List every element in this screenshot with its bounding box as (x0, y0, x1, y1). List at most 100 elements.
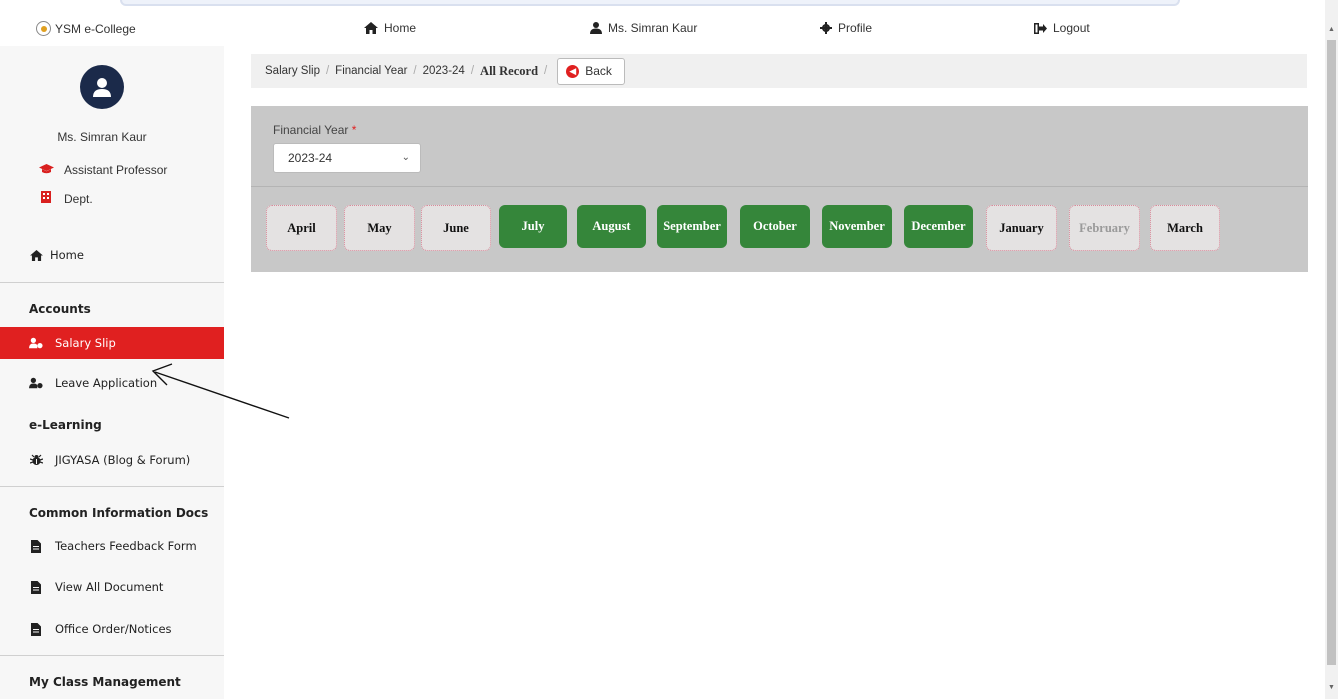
dept-line: Dept. (38, 191, 93, 206)
month-label: August (592, 219, 631, 233)
breadcrumb-separator: / (325, 65, 330, 77)
sidebar-item-label: Salary Slip (55, 336, 116, 350)
section-class-management: My Class Management (29, 675, 181, 689)
sidebar-divider (0, 655, 224, 656)
user-money-icon (29, 337, 43, 349)
month-button-may[interactable]: May (344, 205, 415, 251)
sidebar-divider (0, 282, 224, 283)
month-label: April (287, 220, 316, 235)
file-icon (29, 539, 43, 553)
nav-profile-label: Profile (838, 21, 873, 35)
month-label: January (999, 220, 1044, 235)
sidebar: Ms. Simran Kaur Assistant Professor Dept… (0, 46, 224, 699)
month-label: December (911, 219, 966, 233)
sidebar-item-label: Teachers Feedback Form (55, 539, 197, 553)
sidebar-item-label: Home (50, 248, 84, 262)
scroll-up-arrow-icon[interactable]: ▲ (1327, 26, 1336, 36)
user-name: Ms. Simran Kaur (57, 130, 147, 144)
breadcrumb-financial-year[interactable]: Financial Year (335, 65, 407, 77)
sidebar-item-office-order[interactable]: Office Order/Notices (0, 613, 224, 645)
breadcrumb-separator: / (470, 65, 475, 77)
sidebar-item-label: Leave Application (55, 376, 158, 390)
back-button[interactable]: ◀ Back (557, 57, 625, 85)
brand-logo-icon (36, 21, 51, 36)
file-icon (29, 580, 43, 594)
breadcrumb-current: All Record (480, 63, 539, 78)
nav-logout-link[interactable]: Logout (1034, 21, 1090, 35)
sidebar-item-home[interactable]: Home (0, 239, 224, 271)
file-icon (29, 622, 43, 636)
month-button-july[interactable]: July (499, 205, 567, 248)
scroll-down-arrow-icon[interactable]: ▼ (1327, 684, 1336, 694)
building-icon (38, 191, 54, 206)
section-common-docs: Common Information Docs (29, 506, 209, 520)
financial-year-label-text: Financial Year (273, 123, 349, 137)
month-button-march[interactable]: March (1150, 205, 1220, 251)
home-icon (29, 249, 43, 261)
financial-year-label: Financial Year * (273, 123, 356, 137)
graduation-cap-icon (38, 163, 54, 177)
back-arrow-icon: ◀ (566, 64, 580, 78)
section-accounts: Accounts (29, 302, 91, 316)
nav-logout-label: Logout (1053, 21, 1090, 35)
sidebar-item-teachers-feedback[interactable]: Teachers Feedback Form (0, 530, 224, 562)
salary-slip-card: Financial Year * 2023-24 ⌄ April May Jun… (251, 106, 1308, 272)
month-button-january[interactable]: January (986, 205, 1057, 251)
financial-year-selected: 2023-24 (288, 151, 333, 165)
home-icon (364, 22, 378, 34)
month-label: June (443, 220, 469, 235)
breadcrumb-salary-slip[interactable]: Salary Slip (265, 65, 320, 77)
gear-icon (820, 22, 832, 34)
scrollbar-thumb[interactable] (1327, 40, 1336, 665)
sidebar-divider (0, 486, 224, 487)
bug-icon (29, 454, 43, 467)
logout-icon (1034, 22, 1047, 34)
chevron-down-icon: ⌄ (401, 152, 410, 163)
month-button-june[interactable]: June (421, 205, 491, 251)
month-label: November (829, 219, 885, 233)
sidebar-item-salary-slip[interactable]: Salary Slip (0, 327, 224, 359)
avatar (80, 65, 124, 109)
sidebar-item-view-all-documents[interactable]: View All Document (0, 571, 224, 603)
back-button-label: Back (585, 64, 612, 78)
sidebar-item-jigyasa[interactable]: JIGYASA (Blog & Forum) (0, 444, 224, 476)
user-clock-icon (29, 377, 43, 389)
breadcrumb: Salary Slip / Financial Year / 2023-24 /… (251, 54, 1307, 88)
month-label: March (1167, 220, 1203, 235)
month-button-september[interactable]: September (657, 205, 727, 248)
month-label: September (663, 219, 721, 233)
month-button-august[interactable]: August (577, 205, 646, 248)
user-avatar-icon (93, 78, 111, 97)
nav-home-link[interactable]: Home (364, 21, 416, 35)
month-button-february: February (1069, 205, 1140, 251)
month-button-november[interactable]: November (822, 205, 892, 248)
month-label: February (1079, 220, 1130, 235)
month-label: May (367, 220, 392, 235)
card-divider (251, 186, 1308, 187)
designation-text: Assistant Professor (64, 163, 168, 177)
month-button-october[interactable]: October (740, 205, 810, 248)
nav-home-label: Home (384, 21, 417, 35)
breadcrumb-year[interactable]: 2023-24 (423, 65, 465, 77)
month-button-april[interactable]: April (266, 205, 337, 251)
month-button-december[interactable]: December (904, 205, 973, 248)
brand-link[interactable]: YSM e-College (36, 21, 136, 36)
month-label: October (753, 219, 797, 233)
section-elearning: e-Learning (29, 418, 102, 432)
dept-text: Dept. (64, 191, 93, 206)
designation-line: Assistant Professor (38, 163, 167, 177)
month-label: July (521, 219, 545, 233)
nav-user-label: Ms. Simran Kaur (608, 21, 698, 35)
financial-year-select[interactable]: 2023-24 ⌄ (273, 143, 421, 173)
nav-profile-link[interactable]: Profile (820, 21, 872, 35)
browser-frame-edge (120, 0, 1180, 6)
breadcrumb-separator: / (544, 65, 548, 77)
required-asterisk: * (351, 123, 357, 137)
brand-name: YSM e-College (55, 21, 136, 36)
sidebar-item-leave-application[interactable]: Leave Application (0, 367, 224, 399)
sidebar-item-label: Office Order/Notices (55, 622, 172, 636)
breadcrumb-separator: / (413, 65, 417, 77)
sidebar-item-label: JIGYASA (Blog & Forum) (55, 453, 191, 467)
nav-user-link[interactable]: Ms. Simran Kaur (590, 21, 697, 35)
sidebar-item-label: View All Document (55, 580, 164, 594)
